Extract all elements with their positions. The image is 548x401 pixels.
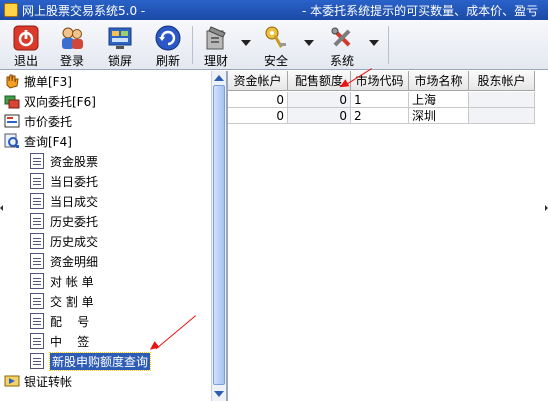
query-icon	[4, 133, 19, 148]
document-icon	[30, 353, 44, 369]
table-cell[interactable]: 0	[228, 108, 288, 124]
transfer-icon	[4, 375, 20, 387]
table-cell[interactable]: 0	[228, 92, 288, 108]
document-icon	[30, 293, 44, 309]
tree-item-history-trades[interactable]: 历史成交	[30, 231, 98, 251]
selected-tree-label: 新股申购额度查询	[48, 351, 152, 371]
lock-screen-button[interactable]: 锁屏	[98, 23, 142, 68]
tree-item-fund-details[interactable]: 资金明细	[30, 251, 98, 271]
document-icon	[30, 213, 44, 229]
tree-item-winning-lots[interactable]: 中 签	[30, 331, 89, 351]
document-icon	[30, 313, 44, 329]
table-cell[interactable]: 0	[288, 92, 351, 108]
tree-item-settlement[interactable]: 交 割 单	[30, 291, 94, 311]
document-icon	[30, 193, 44, 209]
tree-item-allotment-numbers[interactable]: 配 号	[30, 311, 89, 331]
refresh-icon	[155, 25, 181, 51]
finance-icon	[206, 26, 226, 50]
column-header-fund-account[interactable]: 资金帐户	[228, 71, 288, 91]
left-edge-marker-icon	[0, 205, 3, 211]
window-title: 网上股票交易系统5.0 -	[22, 3, 146, 18]
hand-icon	[6, 74, 19, 89]
table-cell[interactable]: 深圳	[409, 108, 469, 124]
tree-item-ipo-quota-query[interactable]: 新股申购额度查询	[30, 351, 152, 371]
document-icon	[30, 253, 44, 269]
scroll-thumb[interactable]	[213, 85, 225, 385]
tree-item-today-trades[interactable]: 当日成交	[30, 191, 98, 211]
document-icon	[30, 173, 44, 189]
users-icon	[62, 27, 83, 49]
toolbar-separator	[388, 26, 389, 64]
table-cell[interactable]: 1	[351, 92, 409, 108]
exit-button[interactable]: 退出	[4, 23, 48, 68]
power-icon	[13, 25, 39, 51]
document-icon	[30, 233, 44, 249]
market-order-icon	[4, 114, 20, 128]
column-header-market-name[interactable]: 市场名称	[409, 71, 469, 91]
table-cell[interactable]	[469, 108, 535, 124]
document-icon	[30, 153, 44, 169]
tree-item-cancel-order[interactable]: 撤单[F3]	[4, 71, 72, 91]
tree-scrollbar[interactable]	[211, 71, 226, 401]
tree-item-today-orders[interactable]: 当日委托	[30, 171, 98, 191]
lock-screen-icon	[108, 27, 132, 49]
document-icon	[30, 333, 44, 349]
refresh-button[interactable]: 刷新	[146, 23, 190, 68]
system-dropdown-caret[interactable]	[369, 40, 379, 46]
tree-item-statement[interactable]: 对 帐 单	[30, 271, 94, 291]
security-dropdown-caret[interactable]	[304, 40, 314, 46]
login-button[interactable]: 登录	[50, 23, 94, 68]
app-icon	[4, 3, 18, 17]
table-cell[interactable]	[469, 92, 535, 108]
tree-item-bank-transfer[interactable]: 银证转帐	[4, 371, 72, 391]
table-cell[interactable]: 上海	[409, 92, 469, 108]
column-header-shareholder-account[interactable]: 股东帐户	[469, 71, 535, 91]
scroll-down-arrow-icon[interactable]	[214, 391, 224, 397]
exchange-icon	[4, 95, 20, 109]
tree-item-two-way-order[interactable]: 双向委托[F6]	[4, 91, 96, 111]
tree-item-history-orders[interactable]: 历史委托	[30, 211, 98, 231]
results-grid: 资金帐户 配售额度 市场代码 市场名称 股东帐户 0 0 1 上海 0 0 2 …	[228, 71, 548, 401]
system-button[interactable]: 系统	[320, 23, 364, 68]
key-icon	[265, 26, 286, 48]
tree-item-query[interactable]: 查询[F4]	[4, 131, 72, 151]
title-bar: 网上股票交易系统5.0 - - 本委托系统提示的可买数量、成本价、盈亏	[0, 0, 548, 20]
scroll-up-arrow-icon[interactable]	[214, 75, 224, 81]
tree-item-funds-stocks[interactable]: 资金股票	[30, 151, 98, 171]
table-cell[interactable]: 2	[351, 108, 409, 124]
toolbar-separator	[192, 26, 193, 64]
tools-icon	[331, 27, 351, 47]
title-marquee: - 本委托系统提示的可买数量、成本价、盈亏	[302, 4, 539, 18]
tree-item-market-order[interactable]: 市价委托	[4, 111, 72, 131]
finance-dropdown-caret[interactable]	[241, 40, 251, 46]
security-button[interactable]: 安全	[254, 23, 298, 68]
toolbar: 退出 登录 锁屏 刷新 理财 安全 系统	[0, 20, 548, 70]
finance-button[interactable]: 理财	[194, 23, 238, 68]
navigation-tree: 撤单[F3] 双向委托[F6] 市价委托 查询[F4] 资金股票 当日委托 当日…	[0, 71, 211, 393]
document-icon	[30, 273, 44, 289]
table-cell[interactable]: 0	[288, 108, 351, 124]
